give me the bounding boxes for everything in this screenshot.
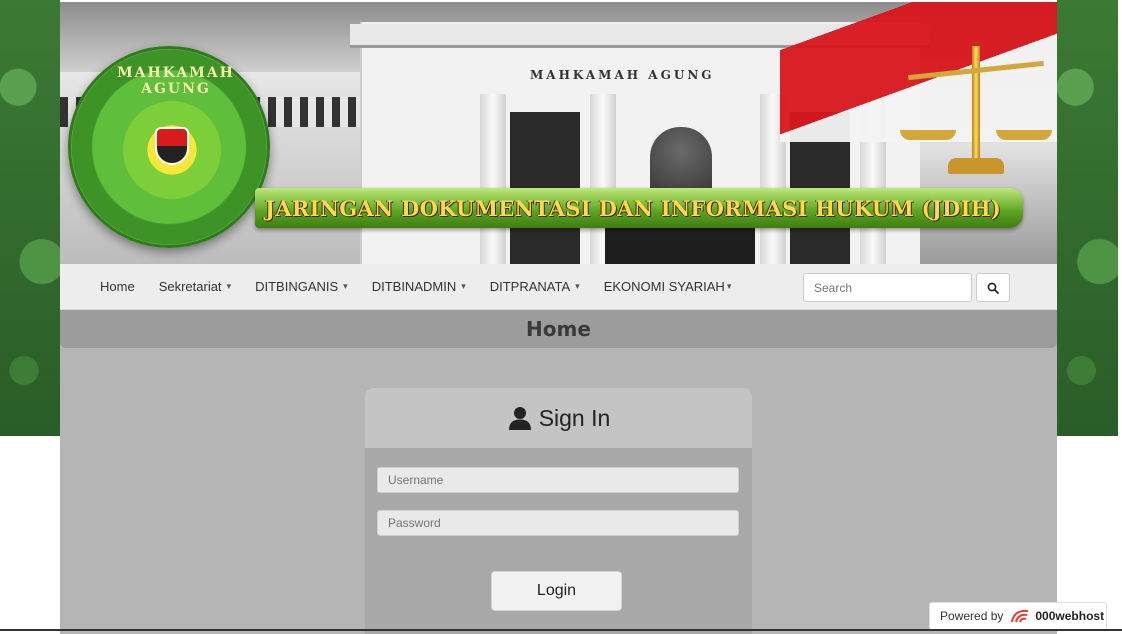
search-icon <box>987 282 999 294</box>
search-input[interactable] <box>803 273 972 302</box>
caret-down-icon: ▾ <box>226 281 232 291</box>
password-field[interactable] <box>377 510 739 536</box>
powered-by-badge[interactable]: Powered by 000webhost <box>929 602 1107 630</box>
nav-label: EKONOMI SYARIAH <box>603 279 725 294</box>
page-heading-bar: Home <box>60 310 1057 348</box>
garuda-shield-icon <box>155 127 189 165</box>
nav-item-ditbinganis[interactable]: DITBINGANIS ▾ <box>255 279 348 294</box>
justice-scale-icon <box>900 38 1052 178</box>
nav-item-sekretariat[interactable]: Sekretariat ▾ <box>159 279 231 294</box>
bottom-divider <box>0 629 1122 631</box>
building-column <box>480 94 506 264</box>
search-button[interactable] <box>976 273 1010 302</box>
main-content: Home Sign In Login <box>60 310 1057 634</box>
page-title: Home <box>526 317 591 341</box>
nav-label: Sekretariat <box>158 279 222 294</box>
webhost-brand-name: 000webhost <box>1035 609 1105 623</box>
header-banner: MAHKAMAH AGUNG MAHKAMAH AGUNG JARINGAN D… <box>60 2 1057 264</box>
login-panel: Sign In Login <box>365 388 752 634</box>
nav-label: Home <box>100 279 135 294</box>
site-title: JARINGAN DOKUMENTASI DAN INFORMASI HUKUM… <box>265 196 1002 221</box>
building-inscription: MAHKAMAH AGUNG <box>530 68 715 82</box>
mahkamah-agung-seal-logo: MAHKAMAH AGUNG <box>68 46 270 248</box>
caret-down-icon: ▾ <box>343 281 348 291</box>
main-navbar: Home Sekretariat ▾ DITBINGANIS ▾ DITBINADM… <box>60 264 1057 310</box>
caret-down-icon: ▾ <box>461 281 466 291</box>
page: MAHKAMAH AGUNG MAHKAMAH AGUNG JARINGAN D… <box>0 0 1122 634</box>
search-form <box>803 273 1010 302</box>
caret-down-icon: ▾ <box>575 281 580 291</box>
nav-label: DITPRANATA <box>489 279 571 294</box>
caret-down-icon: ▾ <box>726 281 732 291</box>
seal-text: MAHKAMAH AGUNG <box>117 65 235 97</box>
powered-by-label: Powered by <box>940 609 1004 623</box>
login-header: Sign In <box>365 388 752 448</box>
right-pattern-background <box>1057 0 1118 436</box>
nav-label: DITBINGANIS <box>255 279 339 294</box>
login-title: Sign In <box>538 404 611 431</box>
user-icon <box>508 407 531 430</box>
username-field[interactable] <box>377 467 739 493</box>
nav-item-ditbinadmin[interactable]: DITBINADMIN ▾ <box>372 279 466 294</box>
nav-label: DITBINADMIN <box>371 279 457 294</box>
nav-item-home[interactable]: Home <box>100 279 135 294</box>
webhost-logo-icon <box>1011 609 1029 623</box>
login-button[interactable]: Login <box>491 571 622 611</box>
left-pattern-background <box>0 0 60 436</box>
nav-item-ditpranata[interactable]: DITPRANATA ▾ <box>490 279 580 294</box>
nav-item-ekonomi-syariah[interactable]: EKONOMI SYARIAH ▾ <box>604 279 732 294</box>
